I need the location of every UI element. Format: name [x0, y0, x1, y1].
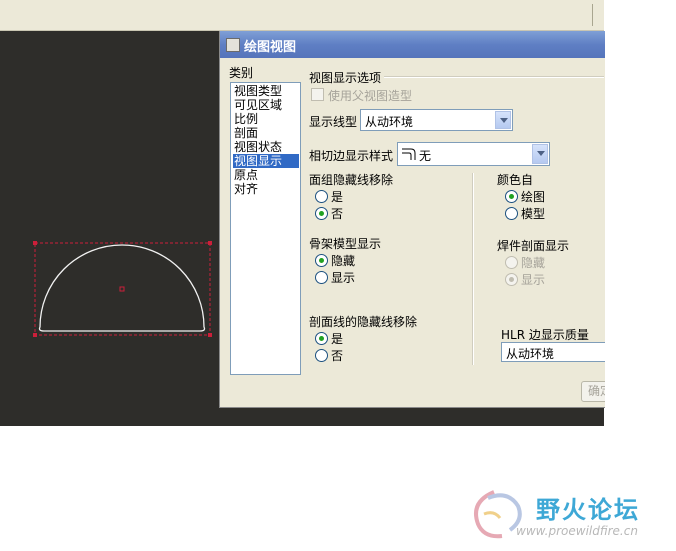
skeleton-title: 骨架模型显示: [309, 237, 382, 251]
color-from-model-label: 模型: [521, 207, 546, 221]
color-from-model-radio[interactable]: [505, 207, 518, 220]
selection-handle-tr[interactable]: [208, 241, 212, 245]
selection-handle-bl[interactable]: [33, 333, 37, 337]
watermark-url: www.proewildfire.cn: [516, 524, 638, 538]
toolbar: [0, 0, 604, 31]
face-group-title: 面组隐藏线移除: [309, 173, 394, 187]
category-item-scale[interactable]: 比例: [233, 112, 299, 126]
color-from-drawing-label: 绘图: [521, 190, 546, 204]
dialog-titlebar[interactable]: 绘图视图: [220, 31, 605, 58]
hlr-quality-field[interactable]: 从动环境: [501, 342, 605, 362]
section-lines-no-label: 否: [331, 349, 344, 363]
hlr-quality-value: 从动环境: [506, 347, 555, 361]
column-divider: [472, 173, 474, 365]
selection-handle-tl[interactable]: [33, 241, 37, 245]
watermark-title: 野火论坛: [536, 496, 640, 524]
display-style-dropdown-icon[interactable]: [495, 111, 511, 129]
section-title: 视图显示选项: [309, 71, 382, 85]
category-item-origin[interactable]: 原点: [233, 168, 299, 182]
weld-hide-label: 隐藏: [521, 256, 546, 270]
color-from-drawing-radio[interactable]: [505, 190, 518, 203]
category-item-section[interactable]: 剖面: [233, 126, 299, 140]
section-lines-no-radio[interactable]: [315, 349, 328, 362]
view-origin-marker[interactable]: [119, 286, 125, 292]
skeleton-show-radio[interactable]: [315, 271, 328, 284]
dialog-window-icon: [226, 38, 240, 52]
use-parent-checkbox[interactable]: [311, 88, 324, 101]
tangent-value: 无: [419, 149, 432, 163]
dialog-title: 绘图视图: [244, 40, 297, 55]
tangent-label: 相切边显示样式: [309, 149, 394, 163]
category-list[interactable]: 视图类型 可见区域 比例 剖面 视图状态 视图显示 原点 对齐: [230, 82, 301, 375]
display-style-combo[interactable]: 从动环境: [360, 109, 513, 131]
weld-hide-radio[interactable]: [505, 256, 518, 269]
ok-button[interactable]: 确定: [581, 381, 605, 402]
face-group-yes-label: 是: [331, 190, 344, 204]
category-item-view-state[interactable]: 视图状态: [233, 140, 299, 154]
category-label: 类别: [229, 66, 254, 80]
drawing-view-dialog: 绘图视图 类别 视图类型 可见区域 比例 剖面 视图状态 视图显示 原点 对齐 …: [219, 31, 605, 408]
view-selection-box[interactable]: [34, 242, 211, 336]
section-lines-title: 剖面线的隐藏线移除: [309, 315, 418, 329]
selection-handle-br[interactable]: [208, 333, 212, 337]
section-lines-yes-label: 是: [331, 332, 344, 346]
section-lines-yes-radio[interactable]: [315, 332, 328, 345]
tangent-combo[interactable]: 无: [397, 142, 550, 166]
section-rule: [384, 76, 604, 78]
face-group-yes-radio[interactable]: [315, 190, 328, 203]
display-style-label: 显示线型: [309, 115, 358, 129]
tangent-style-icon: [402, 148, 416, 160]
skeleton-show-label: 显示: [331, 271, 356, 285]
hlr-title: HLR 边显示质量: [501, 328, 589, 342]
skeleton-hide-radio[interactable]: [315, 254, 328, 267]
site-watermark: 野火论坛 www.proewildfire.cn: [464, 484, 664, 544]
category-item-view-type[interactable]: 视图类型: [233, 84, 299, 98]
tangent-dropdown-icon[interactable]: [532, 144, 548, 164]
skeleton-hide-label: 隐藏: [331, 254, 356, 268]
color-from-title: 颜色自: [497, 173, 534, 187]
face-group-no-radio[interactable]: [315, 207, 328, 220]
weld-show-label: 显示: [521, 273, 546, 287]
category-item-view-display[interactable]: 视图显示: [233, 154, 299, 168]
display-style-value: 从动环境: [365, 115, 414, 129]
weld-title: 焊件剖面显示: [497, 239, 570, 253]
toolbar-separator: [592, 4, 593, 26]
category-item-alignment[interactable]: 对齐: [233, 182, 299, 196]
half-circle-geometry: [38, 244, 206, 332]
use-parent-label: 使用父视图造型: [328, 89, 413, 103]
face-group-no-label: 否: [331, 207, 344, 221]
category-item-visible-area[interactable]: 可见区域: [233, 98, 299, 112]
weld-show-radio[interactable]: [505, 273, 518, 286]
